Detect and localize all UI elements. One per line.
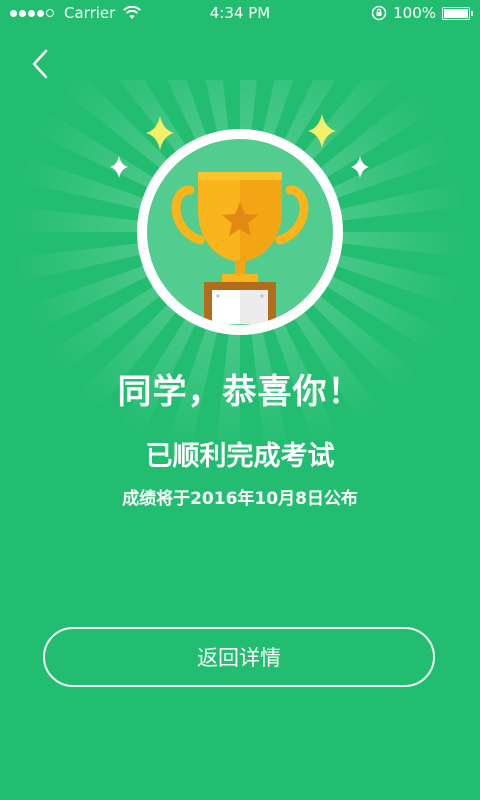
result-date-note: 成绩将于2016年10月8日公布 [122, 489, 358, 509]
exam-complete-subtitle: 已顺利完成考试 [145, 441, 335, 472]
congrats-title: 同学，恭喜你！ [117, 372, 363, 412]
back-button[interactable] [20, 44, 60, 84]
battery-icon [442, 6, 473, 20]
return-details-button[interactable]: 返回详情 [43, 627, 435, 687]
battery-percentage: 100% [393, 4, 436, 22]
status-right: 100% [371, 0, 473, 26]
rotation-lock-icon [371, 5, 387, 21]
chevron-left-icon [32, 49, 48, 79]
status-bar: Carrier 4:34 PM 100% [0, 0, 480, 26]
